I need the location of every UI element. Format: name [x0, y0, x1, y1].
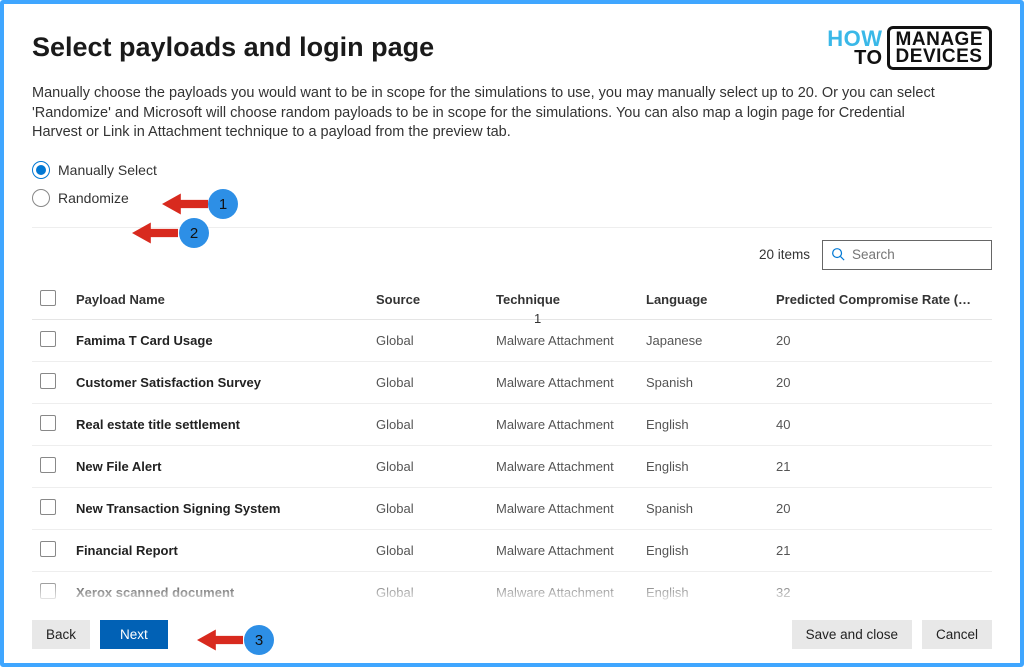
row-checkbox[interactable]: [40, 583, 56, 599]
cell-source: Global: [368, 361, 488, 403]
table-row[interactable]: Real estate title settlementGlobalMalwar…: [32, 403, 992, 445]
save-and-close-button[interactable]: Save and close: [792, 620, 912, 649]
cell-rate: 21: [768, 445, 992, 487]
cell-technique: Malware Attachment: [488, 571, 638, 612]
cell-rate: 20: [768, 487, 992, 529]
row-checkbox[interactable]: [40, 541, 56, 557]
col-header-name[interactable]: Payload Name: [68, 280, 368, 320]
cell-technique: Malware Attachment: [488, 529, 638, 571]
page-description: Manually choose the payloads you would w…: [32, 84, 957, 143]
cell-rate: 20: [768, 361, 992, 403]
radio-label: Manually Select: [58, 162, 157, 178]
cell-technique: Malware Attachment: [488, 319, 638, 361]
cell-name: Xerox scanned document: [68, 571, 368, 612]
search-icon: [831, 247, 846, 262]
row-checkbox[interactable]: [40, 373, 56, 389]
select-all-checkbox[interactable]: [40, 290, 56, 306]
cell-rate: 32: [768, 571, 992, 612]
payloads-table: Payload Name Source Technique Language P…: [32, 280, 992, 612]
search-input[interactable]: [852, 247, 983, 262]
brand-logo: HOW TO MANAGE DEVICES: [827, 26, 992, 70]
row-checkbox[interactable]: [40, 331, 56, 347]
radio-manually-select[interactable]: Manually Select: [32, 161, 992, 179]
section-divider: [32, 227, 992, 228]
cell-name: Financial Report: [68, 529, 368, 571]
radio-label: Randomize: [58, 190, 129, 206]
cell-source: Global: [368, 319, 488, 361]
cell-language: English: [638, 529, 768, 571]
cell-source: Global: [368, 529, 488, 571]
col-header-technique[interactable]: Technique: [488, 280, 638, 320]
table-row[interactable]: Customer Satisfaction SurveyGlobalMalwar…: [32, 361, 992, 403]
cell-source: Global: [368, 445, 488, 487]
table-row[interactable]: Famima T Card UsageGlobalMalware Attachm…: [32, 319, 992, 361]
cell-name: Customer Satisfaction Survey: [68, 361, 368, 403]
cell-name: New Transaction Signing System: [68, 487, 368, 529]
col-header-language[interactable]: Language: [638, 280, 768, 320]
cell-language: Spanish: [638, 487, 768, 529]
table-row[interactable]: Xerox scanned documentGlobalMalware Atta…: [32, 571, 992, 612]
logo-to-text: TO: [827, 49, 882, 67]
cell-source: Global: [368, 487, 488, 529]
cell-rate: 21: [768, 529, 992, 571]
col-header-source[interactable]: Source: [368, 280, 488, 320]
logo-how-text: HOW: [827, 29, 882, 49]
cell-source: Global: [368, 571, 488, 612]
item-count: 20 items: [759, 247, 810, 262]
page-title: Select payloads and login page: [32, 32, 434, 63]
cancel-button[interactable]: Cancel: [922, 620, 992, 649]
search-input-wrapper[interactable]: [822, 240, 992, 270]
row-checkbox[interactable]: [40, 457, 56, 473]
cell-language: English: [638, 403, 768, 445]
cell-technique: Malware Attachment: [488, 487, 638, 529]
row-checkbox[interactable]: [40, 415, 56, 431]
table-row[interactable]: New File AlertGlobalMalware AttachmentEn…: [32, 445, 992, 487]
logo-devices-text: DEVICES: [896, 48, 983, 65]
next-button[interactable]: Next: [100, 620, 168, 649]
cell-technique: Malware Attachment: [488, 403, 638, 445]
cell-language: Japanese: [638, 319, 768, 361]
cell-name: Real estate title settlement: [68, 403, 368, 445]
cell-technique: Malware Attachment: [488, 445, 638, 487]
cell-rate: 40: [768, 403, 992, 445]
selection-mode-radio-group: Manually Select Randomize: [32, 161, 992, 207]
row-checkbox[interactable]: [40, 499, 56, 515]
table-row[interactable]: New Transaction Signing SystemGlobalMalw…: [32, 487, 992, 529]
cell-source: Global: [368, 403, 488, 445]
cell-language: Spanish: [638, 361, 768, 403]
cell-name: New File Alert: [68, 445, 368, 487]
cell-language: English: [638, 571, 768, 612]
cell-technique: Malware Attachment: [488, 361, 638, 403]
table-row[interactable]: Financial ReportGlobalMalware Attachment…: [32, 529, 992, 571]
back-button[interactable]: Back: [32, 620, 90, 649]
radio-icon: [32, 161, 50, 179]
cell-language: English: [638, 445, 768, 487]
cell-rate: 20: [768, 319, 992, 361]
radio-randomize[interactable]: Randomize: [32, 189, 992, 207]
cell-name: Famima T Card Usage: [68, 319, 368, 361]
col-header-rate[interactable]: Predicted Compromise Rate (…: [768, 280, 992, 320]
radio-icon: [32, 189, 50, 207]
